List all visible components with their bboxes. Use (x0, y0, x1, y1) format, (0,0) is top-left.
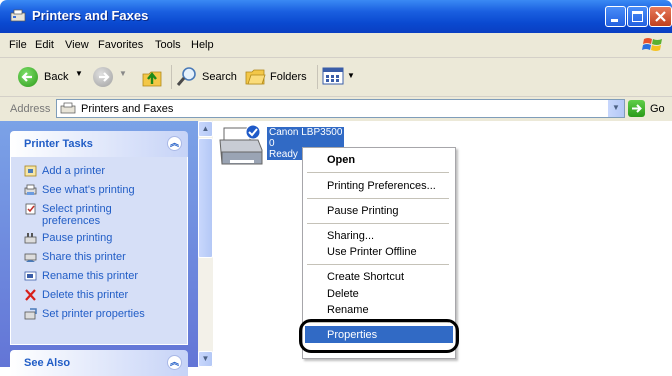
preferences-icon (25, 203, 36, 215)
menu-pause-printing[interactable]: Pause Printing (327, 205, 399, 217)
scroll-down-icon[interactable]: ▼ (198, 351, 213, 367)
address-value: Printers and Faxes (81, 103, 174, 115)
separator (307, 264, 449, 265)
toolbar: Back ▼ ▼ Search Folders ▼ (0, 58, 672, 97)
chevron-down-icon: ▼ (612, 103, 620, 112)
folders-label: Folders (270, 71, 307, 83)
back-dropdown-icon: ▼ (75, 69, 83, 78)
address-label: Address (10, 103, 51, 115)
collapse-chevron-icon[interactable]: ︽ (167, 136, 182, 151)
folders-icon (245, 69, 266, 85)
task-pane: Printer Tasks ︽ Add a printer See what's… (0, 121, 213, 376)
printer-icon[interactable] (218, 124, 266, 170)
collapse-chevron-icon[interactable]: ︽ (167, 355, 182, 370)
forward-button[interactable]: ▼ (93, 67, 129, 87)
separator (307, 172, 449, 173)
menu-rename[interactable]: Rename (327, 304, 369, 316)
search-button[interactable]: Search (171, 65, 240, 89)
minimize-icon (611, 19, 618, 22)
address-bar: Address Printers and Faxes ▼ Go (0, 97, 672, 121)
menu-help[interactable]: Help (191, 39, 214, 51)
see-also-header[interactable]: See Also ︽ (10, 350, 188, 376)
menu-sharing[interactable]: Sharing... (327, 230, 374, 242)
go-label: Go (650, 103, 665, 115)
menu-use-printer-offline[interactable]: Use Printer Offline (327, 246, 417, 258)
menu-delete[interactable]: Delete (327, 288, 359, 300)
menu-favorites[interactable]: Favorites (98, 39, 143, 51)
highlight-ring (299, 319, 459, 353)
scroll-up-icon[interactable]: ▲ (198, 121, 213, 137)
menu-file[interactable]: File (9, 39, 27, 51)
menu-bar: File Edit View Favorites Tools Help (0, 33, 672, 58)
search-label: Search (202, 71, 237, 83)
printer-tasks-title: Printer Tasks (24, 138, 93, 150)
forward-arrow-icon (93, 67, 113, 87)
pause-icon (24, 233, 37, 244)
separator (307, 223, 449, 224)
add-printer-icon (24, 165, 37, 177)
search-icon (176, 67, 196, 86)
up-folder-icon[interactable] (142, 66, 162, 88)
views-button[interactable]: ▼ (317, 65, 355, 89)
printers-folder-icon (10, 9, 26, 22)
see-also-title: See Also (24, 357, 71, 369)
printers-folder-small-icon (60, 102, 76, 114)
print-queue-icon (24, 184, 37, 195)
printer-tasks-list: Add a printer See what's printing Select… (10, 157, 188, 345)
go-arrow-icon (628, 100, 645, 117)
maximize-icon (632, 11, 643, 22)
properties-icon (24, 308, 37, 320)
menu-open[interactable]: Open (327, 154, 355, 166)
forward-dropdown-icon: ▼ (119, 69, 127, 78)
separator (307, 198, 449, 199)
close-icon (655, 11, 666, 22)
scroll-thumb[interactable] (198, 138, 213, 258)
views-dropdown-icon: ▼ (347, 71, 355, 80)
folders-button[interactable]: Folders (244, 65, 307, 89)
printer-tasks-header[interactable]: Printer Tasks ︽ (10, 131, 188, 157)
task-pane-scrollbar[interactable]: ▲ ▼ (198, 121, 213, 367)
menu-view[interactable]: View (65, 39, 89, 51)
close-button[interactable] (649, 6, 672, 27)
address-field[interactable]: Printers and Faxes ▼ (56, 99, 625, 118)
back-arrow-icon (18, 67, 38, 87)
menu-printing-preferences[interactable]: Printing Preferences... (327, 180, 436, 192)
printer-name: Canon LBP3500 (269, 127, 343, 138)
windows-logo-icon (642, 38, 662, 51)
minimize-button[interactable] (605, 6, 626, 27)
window-title: Printers and Faxes (32, 8, 149, 23)
menu-tools[interactable]: Tools (155, 39, 181, 51)
menu-edit[interactable]: Edit (35, 39, 54, 51)
rename-icon (24, 271, 37, 281)
back-label: Back (44, 71, 69, 83)
delete-icon (25, 289, 36, 301)
views-icon (322, 67, 344, 85)
back-button[interactable]: Back ▼ (18, 67, 84, 87)
maximize-button[interactable] (627, 6, 648, 27)
address-dropdown-button[interactable]: ▼ (607, 100, 624, 117)
menu-create-shortcut[interactable]: Create Shortcut (327, 271, 404, 283)
go-button[interactable]: Go (628, 99, 672, 119)
share-icon (24, 253, 37, 262)
title-bar[interactable]: Printers and Faxes (0, 0, 672, 33)
